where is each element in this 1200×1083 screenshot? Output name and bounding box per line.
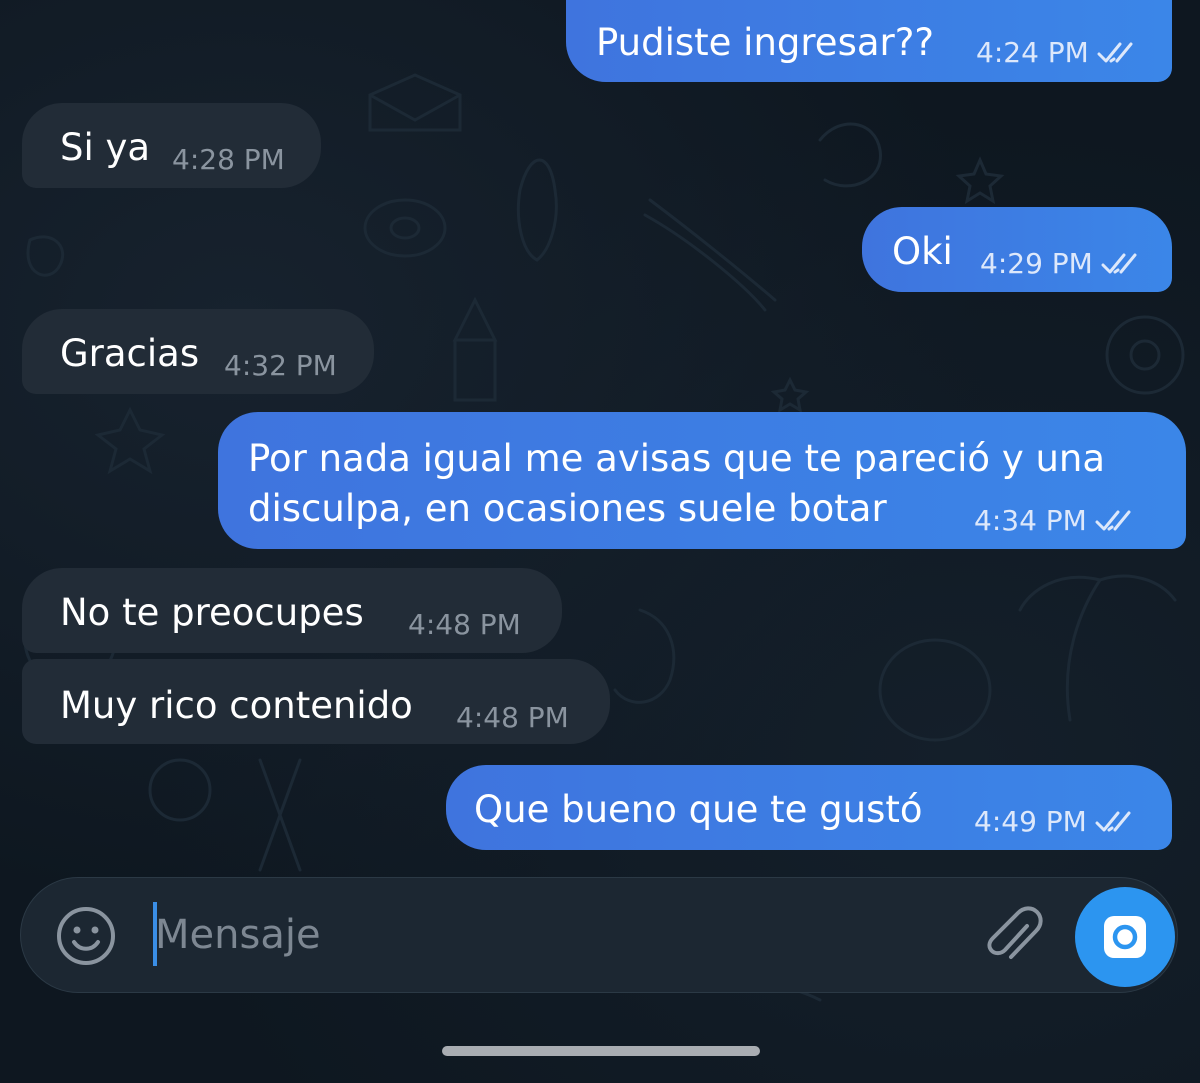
message-meta: 4:29 PM bbox=[980, 249, 1147, 279]
camera-button[interactable] bbox=[1075, 887, 1175, 987]
message-text: Muy rico contenido bbox=[60, 684, 413, 727]
double-check-icon bbox=[1101, 253, 1137, 274]
message-time: 4:49 PM bbox=[974, 805, 1087, 838]
message-text: Que bueno que te gustó bbox=[474, 788, 923, 831]
chat-screen: Pudiste ingresar?? 4:24 PM Si ya 4:28 PM… bbox=[0, 0, 1200, 1083]
message-text-line-1: Por nada igual me avisas que te pareció … bbox=[248, 437, 1106, 480]
message-bubble-incoming[interactable]: No te preocupes 4:48 PM bbox=[22, 568, 562, 653]
message-bubble-incoming[interactable]: Muy rico contenido 4:48 PM bbox=[22, 659, 610, 744]
message-meta: 4:48 PM bbox=[408, 610, 521, 640]
home-indicator[interactable] bbox=[442, 1046, 760, 1056]
paperclip-icon[interactable] bbox=[979, 902, 1045, 968]
message-meta: 4:28 PM bbox=[172, 145, 285, 175]
camera-icon bbox=[1104, 916, 1146, 958]
message-text: Oki bbox=[892, 230, 953, 273]
message-bubble-incoming[interactable]: Si ya 4:28 PM bbox=[22, 103, 321, 188]
message-text-line-2: disculpa, en ocasiones suele botar bbox=[248, 487, 887, 530]
message-text: Gracias bbox=[60, 332, 200, 375]
message-text: No te preocupes bbox=[60, 591, 364, 634]
message-meta: 4:32 PM bbox=[224, 351, 337, 381]
double-check-icon bbox=[1095, 811, 1131, 832]
message-text: Pudiste ingresar?? bbox=[596, 21, 935, 64]
message-meta: 4:34 PM bbox=[974, 506, 1141, 536]
message-time: 4:32 PM bbox=[224, 349, 337, 382]
message-meta: 4:49 PM bbox=[974, 807, 1141, 837]
message-bubble-outgoing[interactable]: Por nada igual me avisas que te pareció … bbox=[218, 412, 1186, 549]
message-meta: 4:48 PM bbox=[456, 703, 569, 733]
message-time: 4:28 PM bbox=[172, 143, 285, 176]
message-time: 4:48 PM bbox=[456, 701, 569, 734]
message-bubble-outgoing[interactable]: Que bueno que te gustó 4:49 PM bbox=[446, 765, 1172, 850]
message-time: 4:48 PM bbox=[408, 608, 521, 641]
message-bubble-incoming[interactable]: Gracias 4:32 PM bbox=[22, 309, 374, 394]
message-input[interactable] bbox=[155, 904, 955, 966]
message-time: 4:24 PM bbox=[976, 36, 1089, 69]
double-check-icon bbox=[1097, 42, 1133, 63]
message-time: 4:29 PM bbox=[980, 247, 1093, 280]
message-text: Si ya bbox=[60, 126, 151, 169]
message-time: 4:34 PM bbox=[974, 504, 1087, 537]
double-check-icon bbox=[1095, 510, 1131, 531]
message-bubble-outgoing[interactable]: Oki 4:29 PM bbox=[862, 207, 1172, 292]
emoji-icon[interactable] bbox=[55, 905, 117, 967]
message-composer bbox=[20, 877, 1178, 993]
message-meta: 4:24 PM bbox=[976, 38, 1143, 68]
message-bubble-outgoing[interactable]: Pudiste ingresar?? 4:24 PM bbox=[566, 0, 1172, 82]
